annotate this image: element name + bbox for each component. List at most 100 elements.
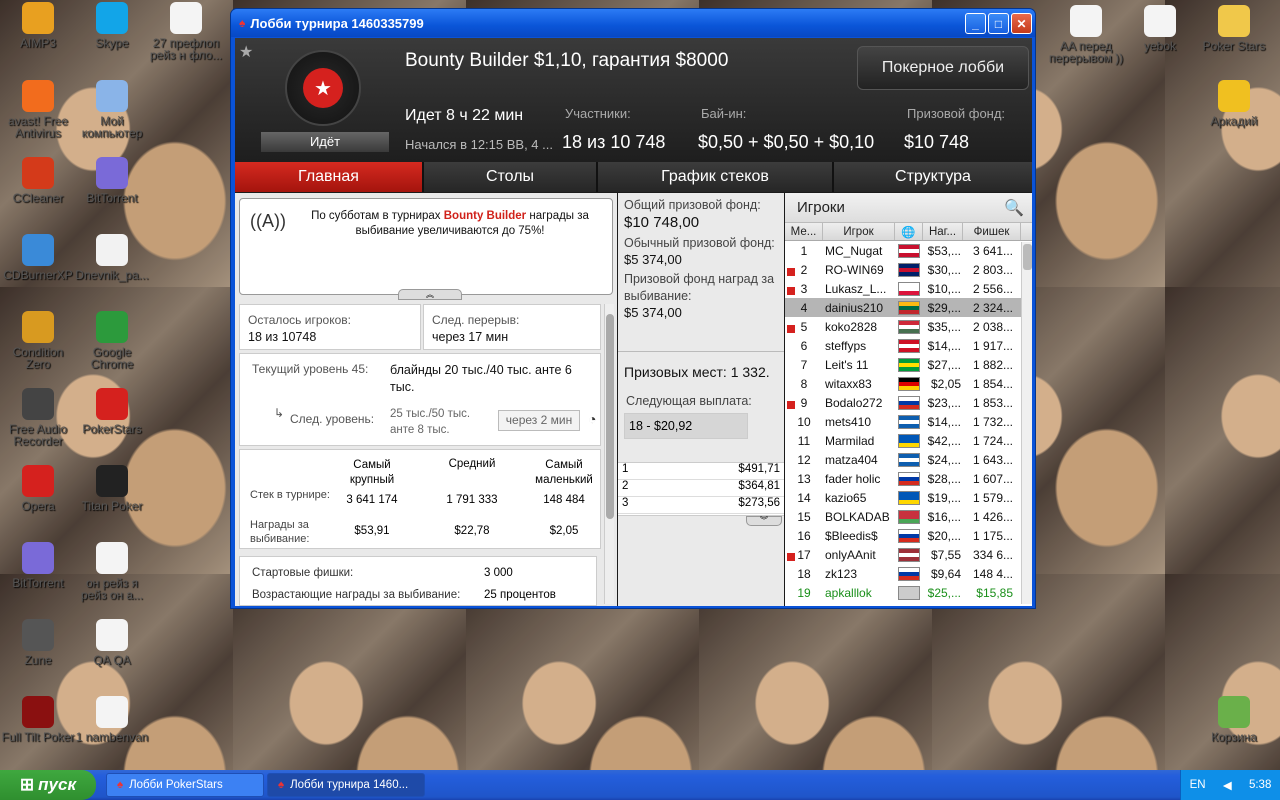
desktop-icon-label: Skype: [95, 36, 129, 50]
prize-pane: Общий призовой фонд: $10 748,00 Обычный …: [618, 193, 784, 606]
player-bounty: $24,...: [927, 452, 961, 467]
scrollbar-thumb[interactable]: [606, 314, 614, 519]
desktop-icon[interactable]: 1 nambenvan: [74, 696, 150, 743]
player-chips: 1 853...: [972, 395, 1013, 410]
search-icon[interactable]: 🔍: [1004, 198, 1024, 218]
desktop-icon[interactable]: Titan Poker: [74, 465, 150, 512]
player-rank: 4: [800, 300, 808, 315]
player-row[interactable]: 13 fader holic $28,... 1 607...: [785, 469, 1032, 488]
tournament-header: ★ ★ Идёт Bounty Builder $1,10, гарантия …: [235, 38, 1032, 162]
player-rank: 9: [785, 396, 823, 410]
language-indicator[interactable]: EN: [1190, 779, 1206, 791]
desktop-icon[interactable]: Google Chrome: [74, 311, 150, 370]
bounty-average: $22,78: [454, 525, 490, 537]
desktop-icon[interactable]: BitTorrent: [74, 157, 150, 204]
desktop-icon[interactable]: Poker Stars: [1196, 5, 1272, 52]
star-icon: [1218, 80, 1250, 112]
player-row[interactable]: 1 MC_Nugat $53,... 3 641...: [785, 241, 1032, 260]
player-row[interactable]: 9 Bodalo272 $23,... 1 853...: [785, 393, 1032, 412]
desktop-icon[interactable]: Condition Zero: [0, 311, 76, 370]
player-row[interactable]: 14 kazio65 $19,... 1 579...: [785, 488, 1032, 507]
bounty-prize-label: Призовой фонд наград за выбивание:: [624, 272, 775, 303]
desktop-icon[interactable]: Skype: [74, 2, 150, 49]
lobby-tabs: Главная Столы График стеков Структура: [235, 162, 1032, 192]
collapse-up-button[interactable]: ︽: [398, 289, 462, 300]
favorite-star-icon[interactable]: ★: [239, 42, 253, 62]
window-titlebar[interactable]: ♠ Лобби турнира 1460335799: [231, 9, 1035, 37]
expand-down-button[interactable]: ︾: [746, 516, 782, 526]
next-level-time: через 2 мин: [498, 410, 580, 431]
desktop-icon[interactable]: avast! Free Antivirus: [0, 80, 76, 139]
players-left-box: Осталось игроков: 18 из 10748: [239, 304, 421, 350]
taskbar-item-pokerstars-lobby[interactable]: ♠ Лобби PokerStars: [106, 773, 264, 797]
players-scrollbar[interactable]: [1021, 242, 1032, 604]
desktop-icon[interactable]: Мой компьютер: [74, 80, 150, 139]
desktop-icon[interactable]: AA перед перерывом )): [1048, 5, 1124, 64]
col-player[interactable]: Игрок: [823, 223, 895, 240]
player-row[interactable]: 19 apkalllok $25,... $15,85: [785, 583, 1032, 602]
tab-structure[interactable]: Структура: [834, 162, 1032, 192]
payout-row: 3 $273,56: [618, 497, 784, 514]
taskbar-item-tournament-lobby[interactable]: ♠ Лобби турнира 1460...: [267, 773, 425, 797]
desktop-icon[interactable]: QA QA: [74, 619, 150, 666]
tab-main[interactable]: Главная: [235, 162, 424, 192]
poker-lobby-button[interactable]: Покерное лобби: [857, 46, 1029, 90]
player-row[interactable]: 18 zk123 $9,64 148 4...: [785, 564, 1032, 583]
player-country: [895, 528, 923, 543]
scrollbar-thumb[interactable]: [1023, 244, 1032, 270]
player-row[interactable]: 10 mets410 $14,... 1 732...: [785, 412, 1032, 431]
desktop-icon[interactable]: Free Audio Recorder: [0, 388, 76, 447]
player-row[interactable]: 17 onlyAAnit $7,55 334 6...: [785, 545, 1032, 564]
desktop-icon[interactable]: Full Tilt Poker: [0, 696, 76, 743]
player-row[interactable]: 12 matza404 $24,... 1 643...: [785, 450, 1032, 469]
player-row[interactable]: 16 $Bleedis$ $20,... 1 175...: [785, 526, 1032, 545]
desktop-icon[interactable]: CCleaner: [0, 157, 76, 204]
flag-icon: [898, 452, 920, 467]
taskbar-item-label: Лобби PokerStars: [129, 779, 223, 791]
player-row[interactable]: 7 Leit's 11 $27,... 1 882...: [785, 355, 1032, 374]
desktop-icon[interactable]: AIMP3: [0, 2, 76, 49]
bittorrent-icon: [22, 542, 54, 574]
col-rank[interactable]: Ме...: [785, 223, 823, 240]
close-button[interactable]: ✕: [1011, 13, 1032, 34]
player-name: dainius210: [825, 300, 884, 315]
col-country[interactable]: 🌐: [895, 223, 923, 240]
player-row[interactable]: 5 koko2828 $35,... 2 038...: [785, 317, 1032, 336]
col-chips[interactable]: Фишек: [963, 223, 1021, 240]
minimize-button[interactable]: _: [965, 13, 986, 34]
regular-prize-label: Обычный призовой фонд:: [624, 236, 775, 250]
desktop-icon[interactable]: Dnevnik_pa...: [74, 234, 150, 281]
desktop-icon[interactable]: Корзина: [1196, 696, 1272, 743]
player-row[interactable]: 4 dainius210 $29,... 2 324...: [785, 298, 1032, 317]
players-column-headers: Ме... Игрок 🌐 Наг... Фишек: [785, 223, 1032, 241]
player-row[interactable]: 2 RO-WIN69 $30,... 2 803...: [785, 260, 1032, 279]
tray-arrow-icon[interactable]: ◀: [1223, 778, 1232, 792]
desktop-icon-label: 27 префлоп рейз н фло...: [149, 36, 223, 62]
player-row[interactable]: 6 steffyps $14,... 1 917...: [785, 336, 1032, 355]
desktop-icon[interactable]: Opera: [0, 465, 76, 512]
maximize-button[interactable]: □: [988, 13, 1009, 34]
starting-chips-value: 3 000: [484, 567, 513, 579]
desktop-icon[interactable]: он рейз я рейз он а...: [74, 542, 150, 601]
start-button[interactable]: ⊞ пуск: [0, 770, 96, 800]
desktop-icon[interactable]: 27 префлоп рейз н фло...: [148, 2, 224, 61]
desktop-icon[interactable]: CDBurnerXP: [0, 234, 76, 281]
desktop-icon[interactable]: PokerStars: [74, 388, 150, 435]
desktop-icon-label: Condition Zero: [12, 345, 64, 371]
tab-tables[interactable]: Столы: [424, 162, 598, 192]
desktop-icon[interactable]: Аркадий: [1196, 80, 1272, 127]
desktop-icon[interactable]: Zune: [0, 619, 76, 666]
player-row[interactable]: 3 Lukasz_L... $10,... 2 556...: [785, 279, 1032, 298]
player-row[interactable]: 8 witaxx83 $2,05 1 854...: [785, 374, 1032, 393]
desktop-icon[interactable]: yebok: [1122, 5, 1198, 52]
player-row[interactable]: 15 BOLKADAB $16,... 1 426...: [785, 507, 1032, 526]
bounty-marker-icon: [787, 400, 795, 409]
player-bounty: $53,...: [927, 243, 961, 258]
info-scrollbar[interactable]: [604, 304, 614, 604]
tab-stack-chart[interactable]: График стеков: [598, 162, 834, 192]
stack-largest: 3 641 174: [346, 494, 398, 506]
player-rank: 6: [800, 338, 808, 353]
col-bounty[interactable]: Наг...: [923, 223, 963, 240]
desktop-icon[interactable]: BitTorrent: [0, 542, 76, 589]
player-row[interactable]: 11 Marmilad $42,... 1 724...: [785, 431, 1032, 450]
